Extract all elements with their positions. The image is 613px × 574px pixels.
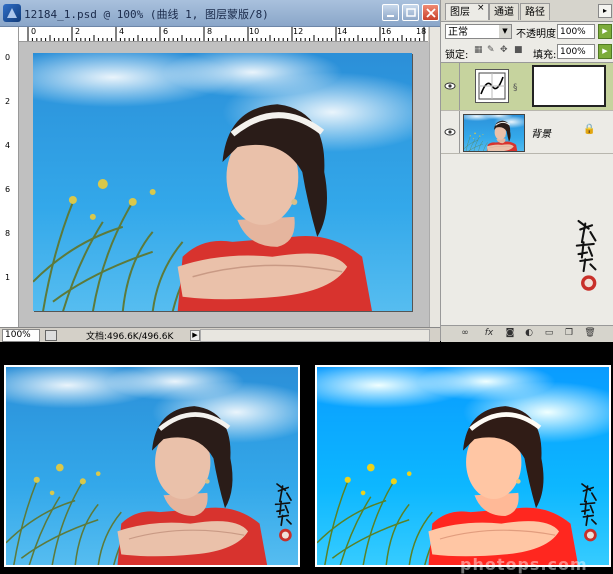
ruler-left-label: 4 <box>5 141 11 150</box>
opacity-label: 不透明度: <box>516 29 560 40</box>
photoshop-app-icon <box>3 4 21 22</box>
fill-slider-arrow-icon[interactable]: ▶ <box>598 44 612 59</box>
chevron-down-icon: ▼ <box>499 25 511 38</box>
minimize-button[interactable] <box>382 4 399 21</box>
document-window: 12184_1.psd @ 100% (曲线 1, 图层蒙版/8) 0 2 4 … <box>0 0 441 342</box>
canvas-area[interactable] <box>19 42 429 327</box>
watermark: photops.com <box>460 555 588 574</box>
zoom-field[interactable]: 100% <box>2 329 40 342</box>
lock-all-icon[interactable]: ■ <box>514 46 523 55</box>
eye-icon[interactable] <box>444 127 456 137</box>
ruler-left-label: 6 <box>5 185 11 194</box>
adjustment-icon[interactable]: ◐ <box>523 328 535 339</box>
blend-mode-select[interactable]: 正常 ▼ <box>445 24 512 39</box>
ruler-top-label: 6 <box>163 27 169 36</box>
ruler-top-label: 12 <box>293 27 304 36</box>
ruler-horizontal[interactable]: 0 2 4 6 8 10 12 14 16 18 <box>18 27 428 42</box>
status-menu-arrow-icon[interactable]: ▶ <box>190 330 200 341</box>
after-photo <box>315 365 611 567</box>
panel-bottom-toolbar: ∞ fx ◙ ◐ ▭ ❐ 🗑 <box>441 325 613 342</box>
before-photo <box>4 365 300 567</box>
ruler-top-label: 16 <box>381 27 392 36</box>
mask-icon[interactable]: ◙ <box>504 328 516 339</box>
opacity-field[interactable]: 100% <box>557 24 595 39</box>
layer-row-curves[interactable]: § <box>441 63 613 111</box>
ruler-vertical[interactable]: 0 2 4 6 8 1 <box>0 27 19 327</box>
link-chain-icon[interactable]: § <box>513 83 518 93</box>
tab-channels-label: 通道 <box>494 7 514 18</box>
lock-move-icon[interactable]: ✥ <box>500 46 509 55</box>
layer-row-background[interactable]: 背景 🔒 <box>441 111 613 154</box>
trash-icon[interactable]: 🗑 <box>584 328 596 339</box>
maximize-button[interactable] <box>402 4 419 21</box>
tab-paths[interactable]: 路径 <box>520 3 550 20</box>
ruler-top-label: 18 <box>416 27 427 36</box>
layer-mask-thumbnail[interactable] <box>532 65 606 107</box>
fill-field[interactable]: 100% <box>557 44 595 59</box>
layer-name-background[interactable]: 背景 <box>531 125 551 140</box>
ruler-left-label: 2 <box>5 97 11 106</box>
tab-channels[interactable]: 通道 <box>489 3 519 20</box>
ruler-top-label: 14 <box>337 27 348 36</box>
ruler-top-label: 10 <box>249 27 260 36</box>
ruler-top-label: 8 <box>207 27 213 36</box>
fx-button[interactable]: fx <box>481 328 497 339</box>
lock-icon: 🔒 <box>583 124 596 135</box>
ruler-top-label: 2 <box>75 27 81 36</box>
ruler-left-label: 1 <box>5 273 11 282</box>
folder-icon[interactable]: ▭ <box>543 328 555 339</box>
divider <box>459 111 460 153</box>
document-title: 12184_1.psd @ 100% (曲线 1, 图层蒙版/8) <box>24 8 269 21</box>
link-icon[interactable]: ∞ <box>459 328 471 339</box>
ruler-top-label: 4 <box>119 27 125 36</box>
ruler-left-label: 0 <box>5 53 11 62</box>
curves-adjustment-icon[interactable] <box>475 69 509 103</box>
ruler-left-label: 8 <box>5 229 11 238</box>
lock-label: 锁定: <box>445 50 469 61</box>
horizontal-scrollbar[interactable] <box>200 329 430 342</box>
tab-layers-label: 图层 <box>450 7 470 18</box>
background-thumbnail[interactable] <box>463 114 525 152</box>
document-size: 文档:496.6K/496.6K <box>86 332 174 342</box>
lock-paint-icon[interactable]: ✎ <box>487 46 496 55</box>
close-button[interactable] <box>422 4 439 21</box>
status-bar: 100% 文档:496.6K/496.6K ▶ <box>0 327 440 342</box>
blend-mode-value: 正常 <box>448 27 468 38</box>
status-info-icon[interactable] <box>45 330 57 341</box>
ruler-top-label: 0 <box>31 27 37 36</box>
new-layer-icon[interactable]: ❐ <box>563 328 575 339</box>
panel-menu-icon[interactable]: ▸ <box>598 4 612 18</box>
signature-logo <box>570 210 604 300</box>
canvas-photo[interactable] <box>33 53 412 311</box>
lock-transparent-icon[interactable]: ▦ <box>474 46 483 55</box>
tab-paths-label: 路径 <box>525 7 545 18</box>
eye-icon[interactable] <box>444 81 456 91</box>
fill-label: 填充: <box>533 50 557 61</box>
opacity-slider-arrow-icon[interactable]: ▶ <box>598 24 612 39</box>
divider <box>459 63 460 110</box>
tab-close-icon[interactable]: × <box>477 3 485 13</box>
title-bar[interactable]: 12184_1.psd @ 100% (曲线 1, 图层蒙版/8) <box>0 0 440 27</box>
panel-tabs: 图层 × 通道 路径 ▸ <box>441 0 613 22</box>
